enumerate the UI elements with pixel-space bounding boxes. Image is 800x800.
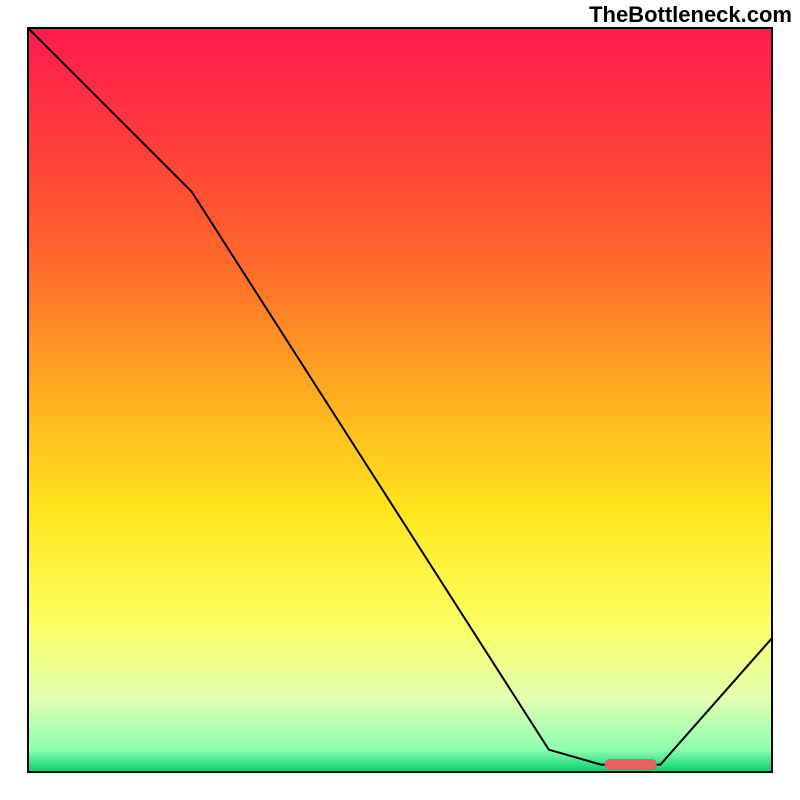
optimal-zone-marker [605,759,657,770]
watermark-text: TheBottleneck.com [589,2,792,28]
chart-container: TheBottleneck.com [0,0,800,800]
bottleneck-chart [0,0,800,800]
